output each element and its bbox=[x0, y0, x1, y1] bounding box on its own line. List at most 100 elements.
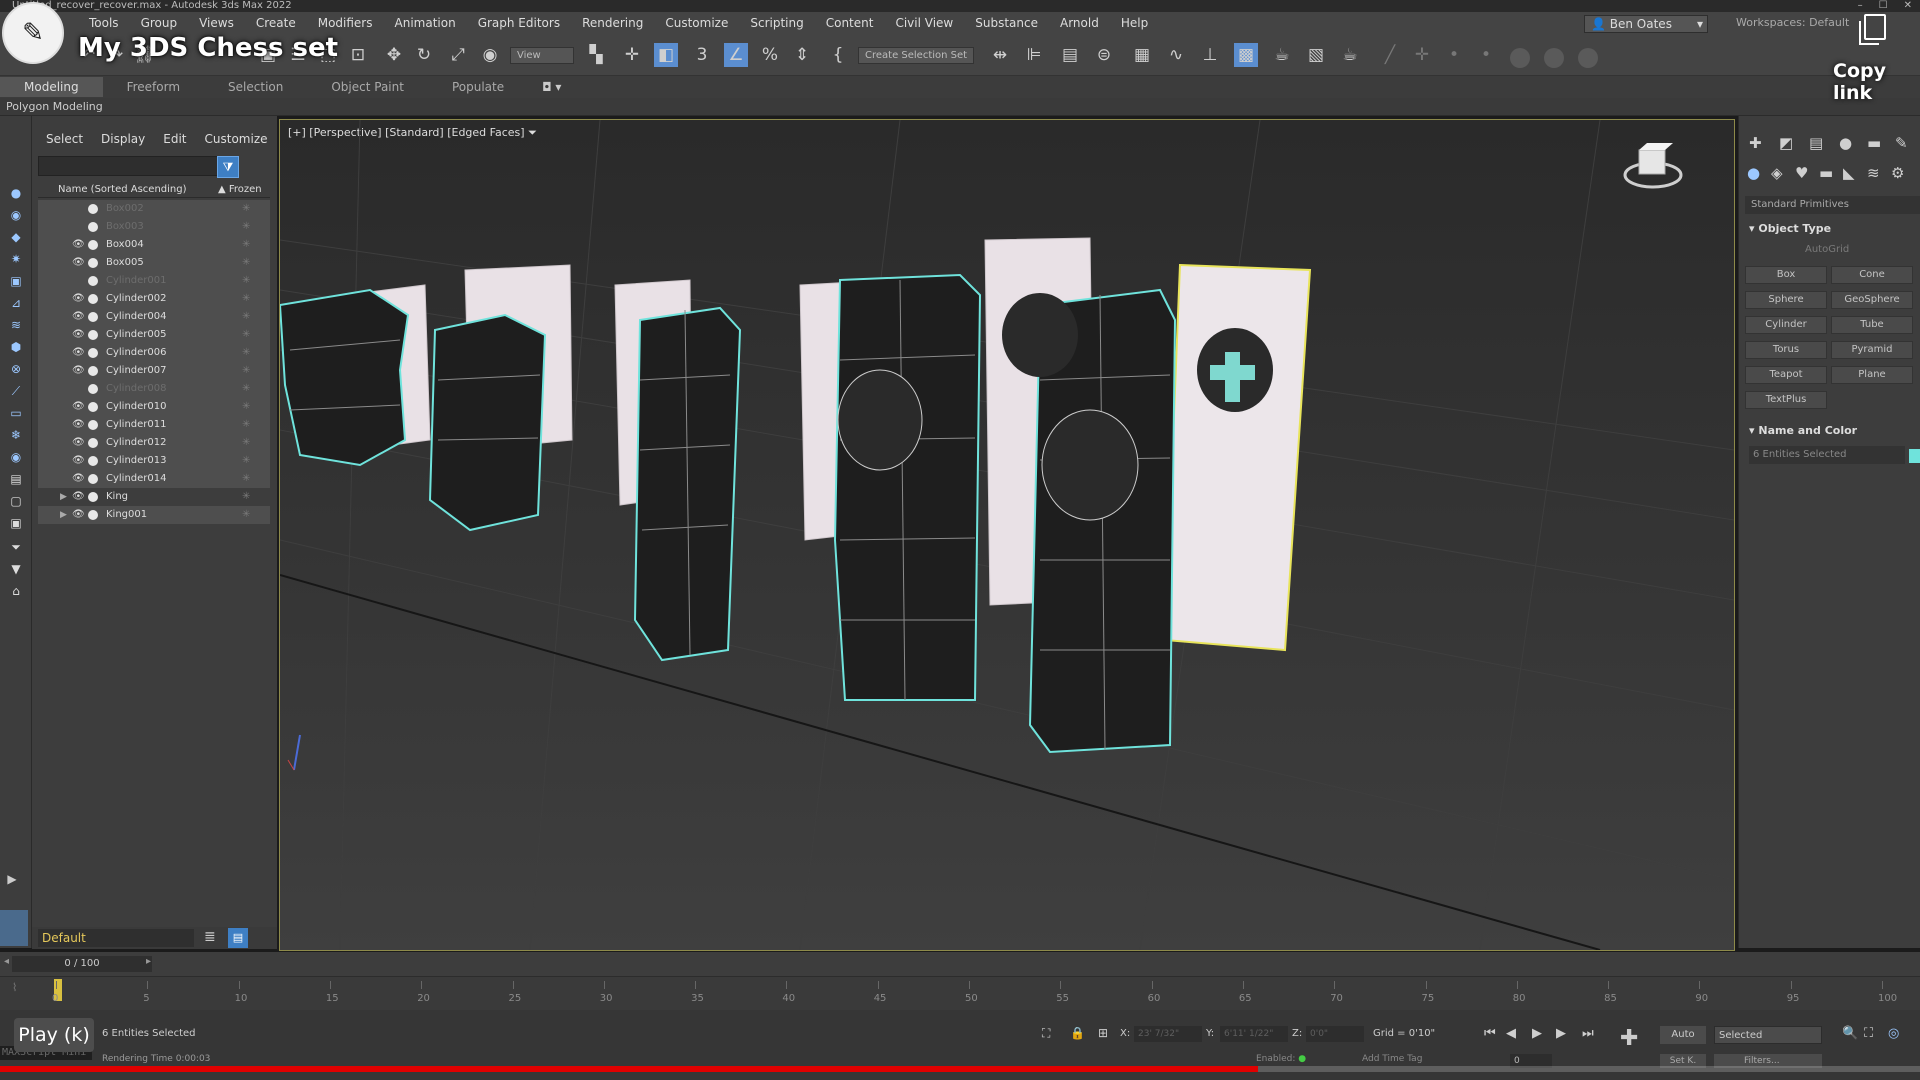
render-production-icon[interactable]: ☕ bbox=[1338, 43, 1362, 67]
menu-graph-editors[interactable]: Graph Editors bbox=[467, 16, 571, 30]
visibility-eye-icon[interactable]: 👁 bbox=[72, 470, 85, 488]
autogrid-checkbox[interactable]: AutoGrid bbox=[1805, 244, 1849, 255]
explorer-row[interactable]: 👁 Box004 ✳ bbox=[38, 236, 270, 254]
freeze-icon[interactable]: ✳ bbox=[242, 326, 250, 344]
create-plane-button[interactable]: Plane bbox=[1831, 366, 1913, 384]
edit-named-selection-icon[interactable]: { bbox=[826, 43, 850, 67]
display-groups-icon[interactable]: ⬢ bbox=[8, 340, 24, 354]
display-shapes-icon[interactable]: ◆ bbox=[8, 230, 24, 244]
modify-tab-icon[interactable]: ◩ bbox=[1779, 134, 1793, 152]
create-torus-button[interactable]: Torus bbox=[1745, 341, 1827, 359]
display-none-icon[interactable]: ● bbox=[8, 186, 24, 200]
explorer-row[interactable]: ▶ 👁 King ✳ bbox=[38, 488, 270, 506]
copy-icon[interactable] bbox=[1859, 14, 1886, 45]
layer-settings-icon[interactable]: ▤ bbox=[228, 928, 248, 948]
display-xrefs-icon[interactable]: ⊗ bbox=[8, 362, 24, 376]
menu-tools[interactable]: Tools bbox=[78, 16, 130, 30]
hierarchy-tab-icon[interactable]: ▤ bbox=[1809, 134, 1823, 152]
menu-scripting[interactable]: Scripting bbox=[739, 16, 814, 30]
add-time-tag[interactable]: Add Time Tag bbox=[1362, 1054, 1422, 1064]
cameras-icon[interactable]: ▬ bbox=[1819, 164, 1833, 182]
display-hidden-icon[interactable]: ◉ bbox=[8, 450, 24, 464]
freeze-icon[interactable]: ✳ bbox=[242, 488, 250, 506]
explorer-row[interactable]: 👁 Cylinder012 ✳ bbox=[38, 434, 270, 452]
explorer-row[interactable]: 👁 Cylinder002 ✳ bbox=[38, 290, 270, 308]
display-frozen-icon[interactable]: ❄ bbox=[8, 428, 24, 442]
spacewarps-icon[interactable]: ≋ bbox=[1867, 164, 1880, 182]
isolate-icon[interactable]: ⛶ bbox=[1042, 1026, 1050, 1041]
named-selection-dropdown[interactable]: Create Selection Set bbox=[858, 47, 974, 64]
visibility-eye-icon[interactable]: 👁 bbox=[72, 254, 85, 272]
expand-arrow-icon[interactable]: ▶ bbox=[4, 872, 20, 886]
move-icon[interactable]: ✥ bbox=[382, 43, 406, 67]
menu-customize[interactable]: Customize bbox=[654, 16, 739, 30]
display-bones-icon[interactable]: ⟋ bbox=[8, 384, 24, 398]
name-column-header[interactable]: Name (Sorted Ascending) bbox=[58, 182, 187, 198]
utilities-tab-icon[interactable]: ✎ bbox=[1895, 134, 1908, 152]
create-cylinder-button[interactable]: Cylinder bbox=[1745, 316, 1827, 334]
schematic-view-icon[interactable]: ⊥ bbox=[1198, 43, 1222, 67]
menu-group[interactable]: Group bbox=[130, 16, 189, 30]
freeze-icon[interactable]: ✳ bbox=[242, 470, 250, 488]
explorer-row[interactable]: Cylinder001 ✳ bbox=[38, 272, 270, 290]
display-all-icon[interactable]: ▤ bbox=[8, 472, 24, 486]
circle-button-3[interactable] bbox=[1578, 48, 1598, 68]
menu-help[interactable]: Help bbox=[1110, 16, 1159, 30]
geometry-icon[interactable]: ● bbox=[1747, 164, 1760, 182]
create-teapot-button[interactable]: Teapot bbox=[1745, 366, 1827, 384]
visibility-eye-icon[interactable]: 👁 bbox=[72, 506, 85, 524]
explorer-menu-select[interactable]: Select bbox=[46, 132, 101, 148]
ribbon-tab-selection[interactable]: Selection bbox=[204, 80, 307, 94]
expand-icon[interactable]: ▶ bbox=[60, 506, 67, 524]
snaps-toggle-icon[interactable]: 3 bbox=[690, 43, 714, 67]
explorer-row[interactable]: Cylinder008 ✳ bbox=[38, 380, 270, 398]
ribbon-tab-freeform[interactable]: Freeform bbox=[103, 80, 204, 94]
close-button[interactable]: ✕ bbox=[1904, 0, 1912, 11]
freeze-icon[interactable]: ✳ bbox=[242, 398, 250, 416]
object-color-swatch[interactable] bbox=[1909, 449, 1920, 463]
menu-substance[interactable]: Substance bbox=[964, 16, 1049, 30]
spinner-snap-icon[interactable]: ⇕ bbox=[790, 43, 814, 67]
explorer-menu-display[interactable]: Display bbox=[101, 132, 163, 148]
name-color-header[interactable]: ▾ Name and Color bbox=[1749, 424, 1857, 437]
freeze-icon[interactable]: ✳ bbox=[242, 506, 250, 524]
explorer-row[interactable]: Box002 ✳ bbox=[38, 200, 270, 218]
pivot-icon[interactable]: ▚ bbox=[584, 43, 608, 67]
helpers-icon[interactable]: ◣ bbox=[1843, 164, 1855, 182]
display-geometry-icon[interactable]: ◉ bbox=[8, 208, 24, 222]
zoom-all-icon[interactable]: ⛶ bbox=[1864, 1026, 1873, 1041]
z-coordinate-field[interactable]: 0'0" bbox=[1306, 1026, 1364, 1042]
keyboard-shortcut-icon[interactable]: ◧ bbox=[654, 43, 678, 67]
display-helpers-icon[interactable]: ⊿ bbox=[8, 296, 24, 310]
create-geosphere-button[interactable]: GeoSphere bbox=[1831, 291, 1913, 309]
freeze-icon[interactable]: ✳ bbox=[242, 344, 250, 362]
freeze-icon[interactable]: ✳ bbox=[242, 380, 250, 398]
motion-tab-icon[interactable]: ● bbox=[1839, 134, 1852, 152]
visibility-eye-icon[interactable]: 👁 bbox=[72, 308, 85, 326]
create-pyramid-button[interactable]: Pyramid bbox=[1831, 341, 1913, 359]
layer-explorer-icon[interactable]: ⊜ bbox=[1092, 43, 1116, 67]
minimize-button[interactable]: – bbox=[1858, 0, 1863, 11]
visibility-eye-icon[interactable]: 👁 bbox=[72, 236, 85, 254]
freeze-icon[interactable]: ✳ bbox=[242, 452, 250, 470]
visibility-eye-icon[interactable]: 👁 bbox=[72, 344, 85, 362]
select-manipulate-icon[interactable]: ✛ bbox=[620, 43, 644, 67]
object-name-field[interactable]: 6 Entities Selected bbox=[1749, 446, 1905, 464]
freeze-icon[interactable]: ✳ bbox=[242, 236, 250, 254]
curve-icon[interactable]: ⌇ bbox=[12, 981, 17, 994]
auto-key-button[interactable]: Auto bbox=[1660, 1026, 1706, 1044]
visibility-eye-icon[interactable]: 👁 bbox=[72, 488, 85, 506]
dot-icon[interactable]: • bbox=[1474, 43, 1498, 67]
scene-explorer-icon[interactable]: ▤ bbox=[1058, 43, 1082, 67]
video-progress-bar[interactable] bbox=[0, 1066, 1920, 1072]
y-coordinate-field[interactable]: 6'11' 1/22" bbox=[1220, 1026, 1288, 1042]
play-icon[interactable]: ▶ bbox=[1532, 1026, 1542, 1041]
invert-display-icon[interactable]: ▣ bbox=[8, 516, 24, 530]
pin-icon[interactable]: ✛ bbox=[1410, 43, 1434, 67]
mirror-icon[interactable]: ⇹ bbox=[988, 43, 1012, 67]
explorer-row[interactable]: 👁 Cylinder005 ✳ bbox=[38, 326, 270, 344]
explorer-menu-customize[interactable]: Customize bbox=[205, 132, 286, 148]
lock-icon[interactable]: 🔒 bbox=[1070, 1026, 1085, 1040]
explorer-row[interactable]: 👁 Cylinder013 ✳ bbox=[38, 452, 270, 470]
explorer-row[interactable]: 👁 Cylinder004 ✳ bbox=[38, 308, 270, 326]
